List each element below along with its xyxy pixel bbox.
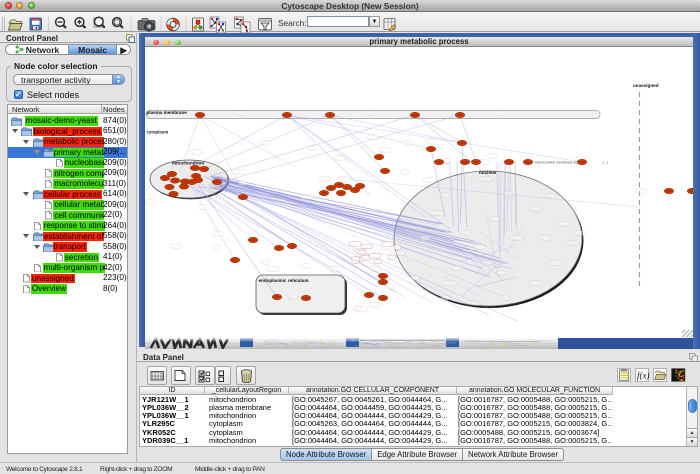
svg-text:...: ... (371, 267, 374, 271)
svg-text:....: .... (550, 261, 554, 265)
svg-text:...: ... (427, 139, 430, 143)
svg-text:...: ... (214, 232, 217, 236)
svg-text:......: ...... (445, 160, 451, 164)
svg-text:...: ... (262, 260, 265, 264)
svg-text:...: ... (442, 296, 445, 300)
svg-text:mitochondrion membrane ass...: mitochondrion membrane ass... (534, 161, 582, 165)
svg-text:...: ... (290, 295, 293, 299)
svg-text:...: ... (483, 261, 486, 265)
svg-text:...: ... (213, 246, 216, 250)
svg-text:...: ... (637, 189, 640, 193)
svg-text:...: ... (464, 231, 467, 235)
svg-text:nucleus: nucleus (479, 170, 497, 175)
svg-text:...: ... (569, 241, 572, 245)
svg-text:...: ... (367, 111, 370, 115)
svg-text:....: .... (512, 236, 516, 240)
svg-text:....: .... (335, 156, 339, 160)
svg-text:...: ... (402, 170, 405, 174)
svg-text:....: .... (425, 178, 429, 182)
svg-text:...: ... (505, 192, 508, 196)
svg-text:....: .... (530, 281, 534, 285)
svg-text:...: ... (488, 154, 491, 158)
svg-text:...: ... (240, 181, 243, 185)
svg-text:....: .... (380, 148, 384, 152)
svg-text:...: ... (502, 296, 505, 300)
svg-text:...: ... (396, 251, 399, 255)
svg-text:...: ... (472, 301, 475, 305)
svg-text:...: ... (172, 244, 175, 248)
svg-text:...: ... (321, 177, 324, 181)
svg-text:....: .... (560, 222, 564, 226)
svg-text:...: ... (531, 207, 534, 211)
svg-text:...: ... (261, 141, 264, 145)
svg-text:....: .... (191, 150, 195, 154)
svg-text:...: ... (498, 271, 501, 275)
svg-text:...: ... (237, 170, 240, 174)
svg-text:mitochondrion: mitochondrion (172, 161, 204, 166)
svg-text:...: ... (371, 303, 374, 307)
svg-text:....: .... (302, 195, 306, 199)
svg-text:f(x): f(x) (637, 371, 650, 381)
svg-text:...: ... (387, 285, 390, 289)
svg-text:....: .... (445, 281, 449, 285)
svg-text:...: ... (492, 217, 495, 221)
svg-text:....: .... (200, 205, 204, 209)
svg-text:plasma membrane: plasma membrane (147, 110, 188, 115)
svg-text:....: .... (356, 307, 360, 311)
svg-text:...: ... (303, 264, 306, 268)
svg-text:....: .... (340, 177, 344, 181)
svg-text:...: ... (548, 194, 551, 198)
svg-text:...: ... (442, 193, 445, 197)
svg-text:...: ... (497, 111, 500, 115)
svg-text:...: ... (577, 231, 580, 235)
svg-text:endoplasmic reticulum: endoplasmic reticulum (259, 278, 309, 283)
svg-text:...: ... (541, 236, 544, 240)
svg-text:...: ... (147, 200, 150, 204)
svg-text:unassigned: unassigned (633, 83, 659, 88)
svg-text:...: ... (476, 245, 479, 249)
svg-text:....: .... (432, 211, 436, 215)
svg-text:...: ... (309, 146, 312, 150)
svg-text:....: .... (268, 267, 272, 271)
svg-text:[...]: [...] (603, 161, 608, 165)
svg-text:....: .... (480, 177, 484, 181)
svg-text:...: ... (405, 141, 408, 145)
svg-text:...: ... (236, 111, 239, 115)
svg-text:...: ... (422, 236, 425, 240)
svg-text:....: .... (330, 267, 334, 271)
svg-text:...: ... (369, 135, 372, 139)
svg-text:...: ... (412, 276, 415, 280)
svg-text:cytoplasm: cytoplasm (147, 130, 169, 135)
svg-text:....: .... (452, 266, 456, 270)
